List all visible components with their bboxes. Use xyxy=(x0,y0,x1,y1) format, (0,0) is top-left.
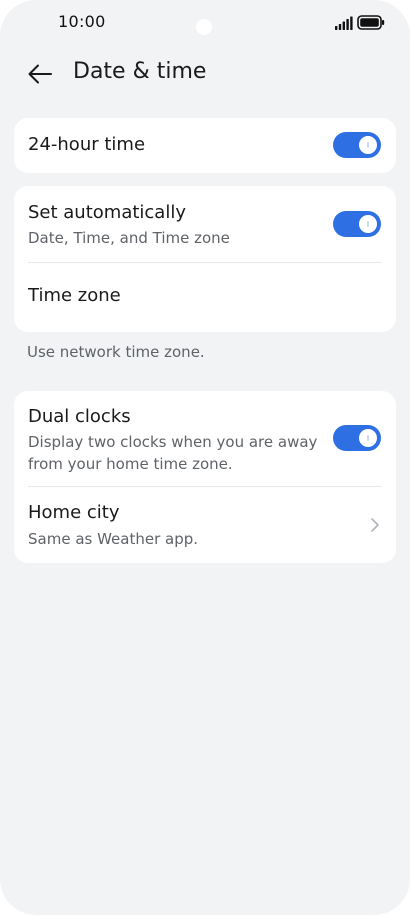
app-header: Date & time xyxy=(0,50,410,98)
row-subtitle-home-city: Same as Weather app. xyxy=(28,530,199,548)
toggle-24-hour-time[interactable] xyxy=(333,132,381,158)
row-24-hour-time[interactable]: 24-hour time xyxy=(14,118,396,173)
toggle-knob xyxy=(359,429,377,447)
row-title-set-automatically: Set automatically xyxy=(28,202,186,223)
row-title-home-city: Home city xyxy=(28,502,120,523)
toggle-set-automatically[interactable] xyxy=(333,211,381,237)
back-button[interactable] xyxy=(22,56,58,92)
card-24-hour: 24-hour time xyxy=(14,118,396,173)
row-title-dual-clocks: Dual clocks xyxy=(28,406,131,427)
row-dual-clocks[interactable]: Dual clocks Display two clocks when you … xyxy=(14,391,396,486)
status-time: 10:00 xyxy=(58,12,106,31)
row-subtitle-dual-clocks: Display two clocks when you are away fro… xyxy=(28,433,318,473)
row-set-automatically[interactable]: Set automatically Date, Time, and Time z… xyxy=(14,186,396,262)
phone-screen: 10:00 Date & time 24-hour time Set autom… xyxy=(0,0,410,915)
signal-icon xyxy=(335,16,353,30)
toggle-knob xyxy=(359,215,377,233)
battery-icon xyxy=(357,15,385,30)
arrow-left-icon xyxy=(28,64,52,84)
card-auto-time: Set automatically Date, Time, and Time z… xyxy=(14,186,396,332)
chevron-right-icon xyxy=(371,518,379,532)
row-title-24-hour-time: 24-hour time xyxy=(28,134,146,155)
card-dual-clocks: Dual clocks Display two clocks when you … xyxy=(14,391,396,563)
row-subtitle-set-automatically: Date, Time, and Time zone xyxy=(28,229,230,247)
page-title: Date & time xyxy=(73,59,207,84)
status-bar: 10:00 xyxy=(0,0,410,44)
row-time-zone[interactable]: Time zone xyxy=(14,263,396,332)
toggle-knob xyxy=(359,136,377,154)
row-home-city[interactable]: Home city Same as Weather app. xyxy=(14,487,396,563)
camera-cutout xyxy=(196,19,212,35)
row-title-time-zone: Time zone xyxy=(28,285,121,306)
network-time-zone-note: Use network time zone. xyxy=(27,343,205,361)
toggle-dual-clocks[interactable] xyxy=(333,425,381,451)
